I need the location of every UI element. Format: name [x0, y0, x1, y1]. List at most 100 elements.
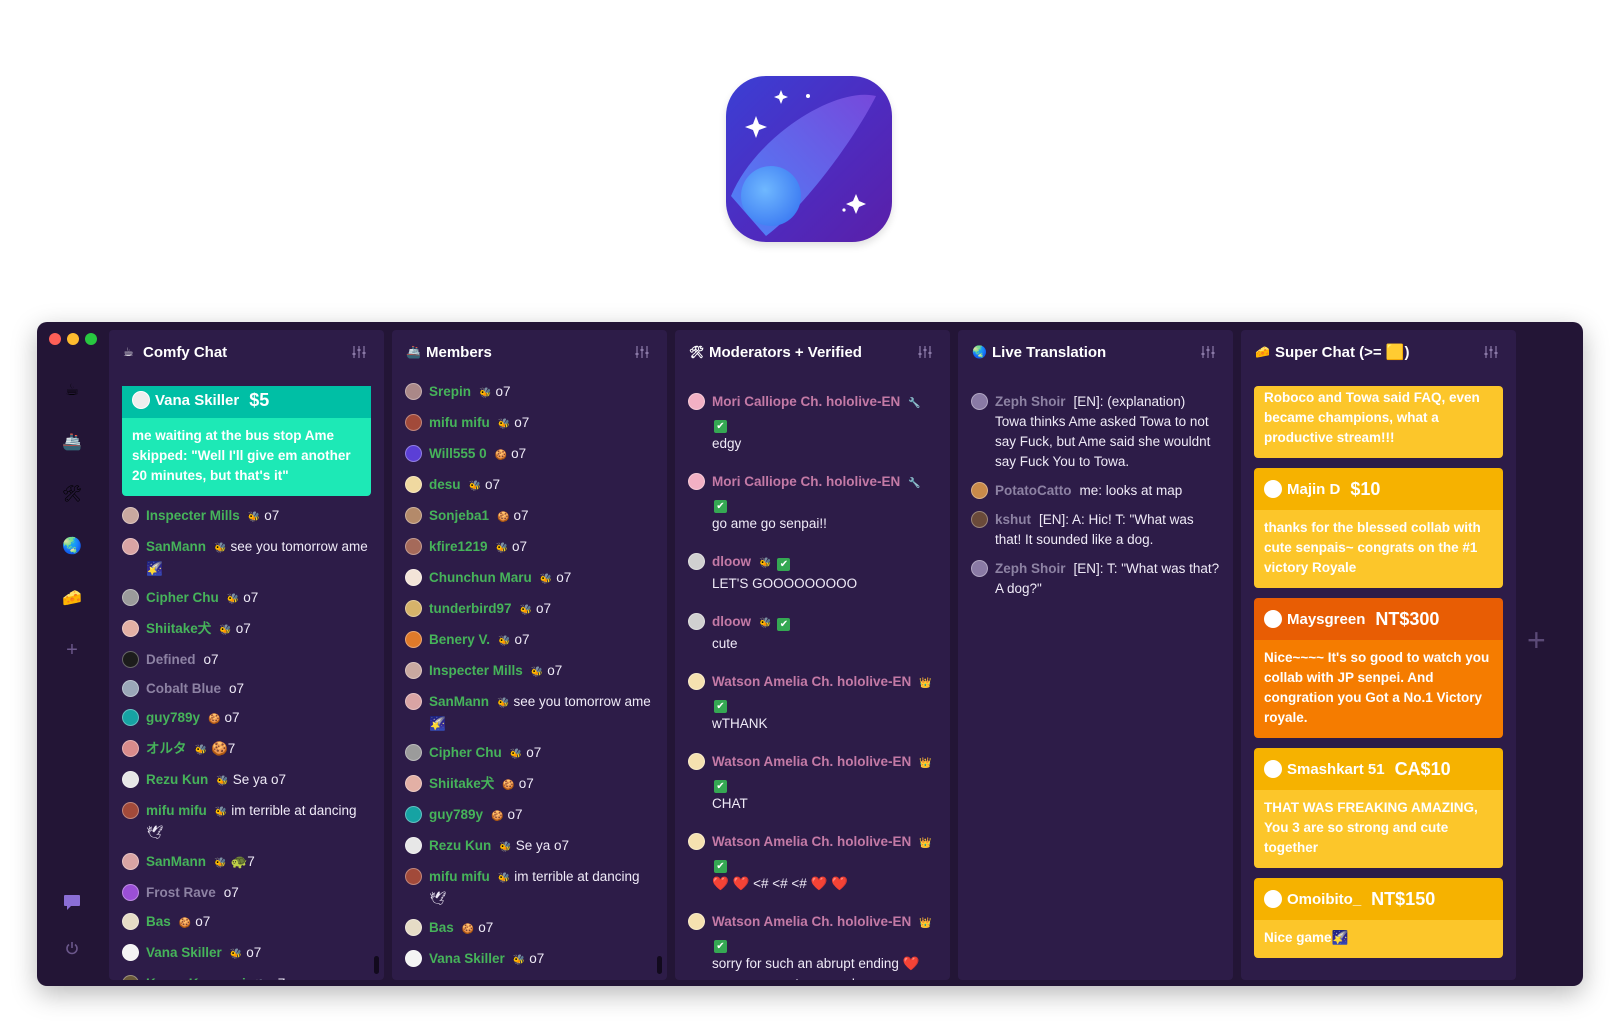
message-list[interactable]: Srepin 🐝 o7 mifu mifu 🐝 o7 Will555 0 🍪 o7 desu 🐝 o7… — [392, 382, 667, 980]
avatar[interactable] — [405, 507, 422, 524]
message-author[interactable]: Bas — [429, 920, 454, 935]
super-chat-list[interactable]: Roboco and Towa said FAQ, even became ch… — [1241, 386, 1516, 980]
avatar[interactable] — [122, 913, 139, 930]
message-author[interactable]: SanMann — [146, 854, 206, 869]
avatar[interactable] — [405, 383, 422, 400]
avatar[interactable] — [122, 651, 139, 668]
message-author[interactable]: Shiitake犬 — [146, 621, 211, 636]
message-author[interactable]: mifu mifu — [429, 415, 490, 430]
avatar[interactable] — [405, 775, 422, 792]
message-author[interactable]: dloow — [712, 554, 751, 569]
add-column-icon[interactable]: + — [60, 638, 84, 662]
message-author[interactable]: Watson Amelia Ch. hololive-EN — [712, 914, 911, 929]
avatar[interactable] — [122, 944, 139, 961]
message-author[interactable]: Cipher Chu — [429, 745, 502, 760]
power-icon[interactable] — [60, 936, 84, 960]
avatar[interactable] — [405, 950, 422, 967]
avatar[interactable] — [405, 744, 422, 761]
avatar[interactable] — [405, 538, 422, 555]
avatar[interactable] — [405, 445, 422, 462]
avatar[interactable] — [688, 613, 705, 630]
message-author[interactable]: Defined — [146, 652, 196, 667]
scrollbar[interactable] — [657, 956, 662, 974]
message-author[interactable]: Cipher Chu — [146, 590, 219, 605]
avatar[interactable] — [122, 771, 139, 788]
message-author[interactable]: Benery V. — [429, 632, 490, 647]
column-settings-icon[interactable] — [348, 341, 370, 363]
avatar[interactable] — [971, 482, 988, 499]
message-author[interactable]: Shiitake犬 — [429, 776, 494, 791]
message-author[interactable]: Zeph Shoir — [995, 394, 1066, 409]
avatar[interactable] — [688, 553, 705, 570]
avatar[interactable] — [122, 975, 139, 980]
message-author[interactable]: guy789y — [429, 807, 483, 822]
message-author[interactable]: Inspecter Mills — [146, 508, 240, 523]
super-chat-author[interactable]: Maysgreen — [1287, 611, 1365, 628]
avatar[interactable] — [1264, 480, 1282, 498]
avatar[interactable] — [405, 837, 422, 854]
avatar[interactable] — [122, 620, 139, 637]
avatar[interactable] — [688, 833, 705, 850]
message-author[interactable]: Chunchun Maru — [429, 570, 532, 585]
translation-icon[interactable]: 🌏 — [60, 534, 84, 558]
message-author[interactable]: Sonjeba1 — [429, 508, 489, 523]
avatar[interactable] — [405, 662, 422, 679]
message-author[interactable]: Watson Amelia Ch. hololive-EN — [712, 834, 911, 849]
avatar[interactable] — [688, 473, 705, 490]
avatar[interactable] — [122, 709, 139, 726]
message-author[interactable]: guy789y — [146, 710, 200, 725]
message-author[interactable]: Kyoro Kazoyori — [146, 976, 246, 980]
avatar[interactable] — [688, 673, 705, 690]
comfy-chat-icon[interactable]: ☕ — [60, 378, 84, 402]
avatar[interactable] — [1264, 610, 1282, 628]
super-chat-author[interactable]: Majin D — [1287, 481, 1340, 498]
message-author[interactable]: Frost Rave — [146, 885, 216, 900]
chat-bubble-icon[interactable] — [60, 890, 84, 914]
avatar[interactable] — [688, 753, 705, 770]
avatar[interactable] — [971, 560, 988, 577]
message-author[interactable]: Watson Amelia Ch. hololive-EN — [712, 674, 911, 689]
avatar[interactable] — [1264, 760, 1282, 778]
avatar[interactable] — [405, 414, 422, 431]
message-author[interactable]: Rezu Kun — [146, 772, 208, 787]
super-chat-author[interactable]: Smashkart 51 — [1287, 761, 1385, 778]
message-author[interactable]: Vana Skiller — [146, 945, 222, 960]
message-author[interactable]: SanMann — [429, 694, 489, 709]
avatar[interactable] — [122, 680, 139, 697]
message-author[interactable]: SanMann — [146, 539, 206, 554]
avatar[interactable] — [688, 393, 705, 410]
avatar[interactable] — [971, 511, 988, 528]
avatar[interactable] — [405, 569, 422, 586]
scrollbar[interactable] — [374, 956, 379, 974]
message-author[interactable]: Mori Calliope Ch. hololive-EN — [712, 394, 900, 409]
column-settings-icon[interactable] — [1197, 341, 1219, 363]
avatar[interactable] — [122, 589, 139, 606]
column-settings-icon[interactable] — [1480, 341, 1502, 363]
members-icon[interactable]: 🚢 — [60, 430, 84, 454]
message-author[interactable]: Watson Amelia Ch. hololive-EN — [712, 754, 911, 769]
message-author[interactable]: PotatoCatto — [995, 483, 1072, 498]
message-list[interactable]: Zeph Shoir [EN]: (explanation) Towa think… — [958, 392, 1233, 980]
avatar[interactable] — [971, 393, 988, 410]
message-author[interactable]: dloow — [712, 614, 751, 629]
avatar[interactable] — [405, 631, 422, 648]
message-author[interactable]: kfire1219 — [429, 539, 488, 554]
avatar[interactable] — [1264, 890, 1282, 908]
add-column-button[interactable]: + — [1527, 622, 1546, 659]
message-author[interactable]: mifu mifu — [146, 803, 207, 818]
super-chat-author[interactable]: Omoibito_ — [1287, 891, 1361, 908]
avatar[interactable] — [688, 913, 705, 930]
message-author[interactable]: Zeph Shoir — [995, 561, 1066, 576]
message-author[interactable]: Srepin — [429, 384, 471, 399]
message-author[interactable]: Will555 0 — [429, 446, 487, 461]
column-settings-icon[interactable] — [914, 341, 936, 363]
avatar[interactable] — [122, 802, 139, 819]
message-author[interactable]: Vana Skiller — [429, 951, 505, 966]
avatar[interactable] — [405, 806, 422, 823]
message-list[interactable]: Vana Skiller $5 me waiting at the bus st… — [109, 386, 384, 980]
avatar[interactable] — [122, 507, 139, 524]
message-author[interactable]: Mori Calliope Ch. hololive-EN — [712, 474, 900, 489]
message-author[interactable]: オルタ — [146, 741, 187, 756]
message-author[interactable]: desu — [429, 477, 461, 492]
avatar[interactable] — [122, 884, 139, 901]
